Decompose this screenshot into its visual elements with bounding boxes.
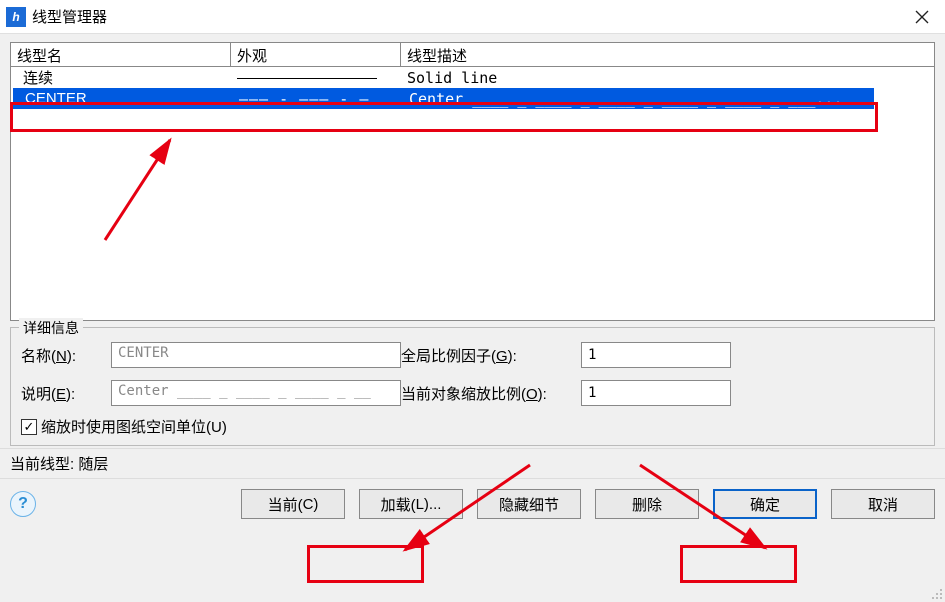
global-scale-label: 全局比例因子(G): xyxy=(401,345,581,366)
annotation-highlight xyxy=(680,545,797,583)
object-scale-label: 当前对象缩放比例(O): xyxy=(401,383,581,404)
name-label: 名称(N): xyxy=(21,345,111,366)
details-legend: 详细信息 xyxy=(19,318,83,338)
annotation-highlight xyxy=(307,545,424,583)
object-scale-input[interactable] xyxy=(581,380,731,406)
global-scale-input[interactable] xyxy=(581,342,731,368)
header-appearance[interactable]: 外观 xyxy=(231,43,401,67)
delete-button[interactable]: 删除 xyxy=(595,489,699,519)
dialog-button-row: ? 当前(C) 加载(L)... 隐藏细节 删除 确定 取消 xyxy=(0,479,945,519)
titlebar: h 线型管理器 xyxy=(0,0,945,34)
cell-desc: Center ____ _ ____ _ ____ _ ____ _ ____ … xyxy=(403,90,874,108)
load-button[interactable]: 加载(L)... xyxy=(359,489,463,519)
cancel-button[interactable]: 取消 xyxy=(831,489,935,519)
ok-button[interactable]: 确定 xyxy=(713,489,817,519)
list-row[interactable]: 连续 Solid line xyxy=(11,67,934,88)
paperspace-units-checkbox[interactable]: ✓ 缩放时使用图纸空间单位(U) xyxy=(21,416,924,437)
desc-label: 说明(E): xyxy=(21,383,111,404)
help-button[interactable]: ? xyxy=(10,491,36,517)
desc-field: Center ____ _ ____ _ ____ _ __ xyxy=(111,380,401,406)
list-row[interactable]: CENTER ——— - ——— - — Center ____ _ ____ … xyxy=(13,88,874,109)
header-name[interactable]: 线型名 xyxy=(11,43,231,67)
checkbox-icon: ✓ xyxy=(21,419,37,435)
cell-appearance xyxy=(231,69,401,86)
list-header: 线型名 外观 线型描述 xyxy=(11,43,934,67)
window-title: 线型管理器 xyxy=(32,6,899,27)
linetype-list[interactable]: 线型名 外观 线型描述 连续 Solid line CENTER ——— - —… xyxy=(10,42,935,321)
current-linetype-row: 当前线型: 随层 xyxy=(0,448,945,479)
checkbox-label: 缩放时使用图纸空间单位(U) xyxy=(41,416,227,437)
details-panel: 详细信息 名称(N): CENTER 全局比例因子(G): 说明(E): Cen… xyxy=(10,327,935,446)
close-icon xyxy=(915,10,929,24)
cell-appearance: ——— - ——— - — xyxy=(233,90,403,108)
solid-line-preview xyxy=(237,78,377,79)
hide-details-button[interactable]: 隐藏细节 xyxy=(477,489,581,519)
cell-name: CENTER xyxy=(13,90,233,107)
cell-desc: Solid line xyxy=(401,69,934,87)
app-icon: h xyxy=(6,7,26,27)
current-linetype-value: 随层 xyxy=(78,456,108,473)
resize-grip-icon[interactable] xyxy=(929,586,943,600)
close-button[interactable] xyxy=(899,0,945,34)
current-linetype-label: 当前线型: xyxy=(10,456,74,473)
cell-name: 连续 xyxy=(11,67,231,88)
header-desc[interactable]: 线型描述 xyxy=(401,43,934,67)
name-field: CENTER xyxy=(111,342,401,368)
current-button[interactable]: 当前(C) xyxy=(241,489,345,519)
